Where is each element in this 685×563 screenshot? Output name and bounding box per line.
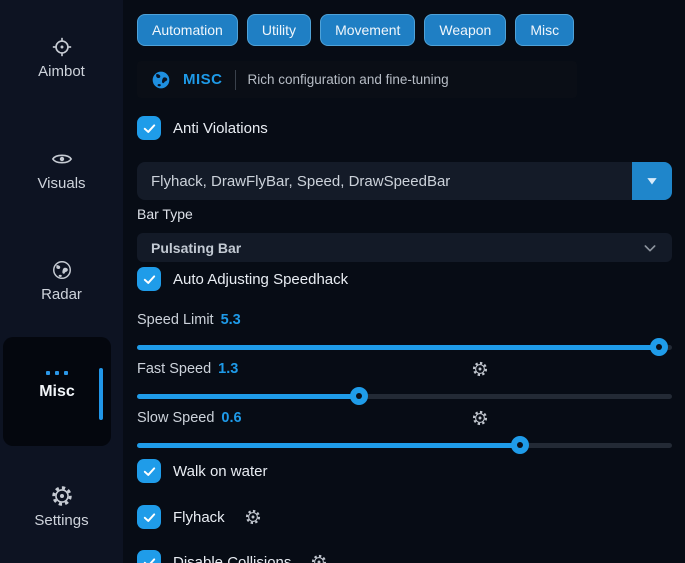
- sidebar-item-label: Misc: [39, 383, 75, 401]
- auto-adjusting-checkbox[interactable]: [137, 267, 161, 291]
- fast-speed-gear-icon[interactable]: [472, 361, 488, 377]
- crosshair-icon: [51, 36, 73, 58]
- fast-speed-value: 1.3: [218, 361, 238, 377]
- chevron-down-icon: [642, 240, 658, 256]
- sidebar: Aimbot Visuals Radar: [0, 0, 123, 563]
- slow-speed-label-row: Slow Speed 0.6: [137, 410, 242, 426]
- check-icon: [142, 121, 157, 136]
- bar-type-label: Bar Type: [137, 206, 193, 222]
- sidebar-item-label: Radar: [41, 286, 82, 303]
- walk-on-water-checkbox[interactable]: [137, 459, 161, 483]
- disable-collisions-checkbox[interactable]: [137, 550, 161, 563]
- sidebar-item-misc-active[interactable]: Misc: [3, 337, 111, 446]
- tab-misc[interactable]: Misc: [515, 14, 574, 46]
- speed-limit-value: 5.3: [221, 312, 241, 328]
- globe-icon: [51, 259, 73, 281]
- slider-fill: [137, 394, 359, 399]
- sidebar-item-radar[interactable]: Radar: [0, 259, 123, 303]
- sidebar-item-label: Aimbot: [38, 63, 85, 80]
- slow-speed-slider[interactable]: [137, 436, 672, 454]
- sidebar-item-label: Visuals: [37, 175, 85, 192]
- disable-collisions-label: Disable Collisions: [173, 554, 291, 563]
- slider-thumb[interactable]: [650, 338, 668, 356]
- bar-type-value: Pulsating Bar: [151, 240, 241, 256]
- sidebar-item-settings[interactable]: Settings: [0, 485, 123, 529]
- section-title: MISC: [183, 71, 223, 88]
- triangle-down-icon: [645, 174, 659, 188]
- slider-fill: [137, 345, 659, 350]
- speed-limit-label-row: Speed Limit 5.3: [137, 312, 241, 328]
- slow-speed-label: Slow Speed: [137, 410, 214, 426]
- category-tabs: Automation Utility Movement Weapon Misc: [137, 14, 574, 46]
- slow-speed-gear-icon[interactable]: [472, 410, 488, 426]
- tab-movement[interactable]: Movement: [320, 14, 415, 46]
- section-header: MISC Rich configuration and fine-tuning: [137, 61, 577, 98]
- flyhack-checkbox[interactable]: [137, 505, 161, 529]
- anti-violations-checkbox[interactable]: [137, 116, 161, 140]
- section-subtitle: Rich configuration and fine-tuning: [248, 72, 449, 87]
- sidebar-item-visuals[interactable]: Visuals: [0, 148, 123, 192]
- speed-limit-slider[interactable]: [137, 338, 672, 356]
- disable-collisions-row: Disable Collisions: [137, 550, 327, 563]
- eye-icon: [51, 148, 73, 170]
- bar-type-select[interactable]: Pulsating Bar: [137, 233, 672, 262]
- anti-violations-label: Anti Violations: [173, 120, 268, 137]
- walk-on-water-label: Walk on water: [173, 463, 267, 480]
- check-icon: [142, 464, 157, 479]
- slider-thumb[interactable]: [511, 436, 529, 454]
- slider-thumb[interactable]: [350, 387, 368, 405]
- check-icon: [142, 272, 157, 287]
- ellipsis-icon: [46, 371, 68, 375]
- globe-icon: [151, 70, 171, 90]
- anti-violations-row: Anti Violations: [137, 116, 268, 140]
- multiselect-dropdown-button[interactable]: [632, 162, 672, 200]
- slow-speed-value: 0.6: [221, 410, 241, 426]
- fast-speed-label: Fast Speed: [137, 361, 211, 377]
- walk-on-water-row: Walk on water: [137, 459, 267, 483]
- flyhack-label: Flyhack: [173, 509, 225, 526]
- tab-utility[interactable]: Utility: [247, 14, 311, 46]
- tab-weapon[interactable]: Weapon: [424, 14, 506, 46]
- divider: [235, 70, 236, 90]
- auto-adjusting-label: Auto Adjusting Speedhack: [173, 271, 348, 288]
- sidebar-item-label: Settings: [34, 512, 88, 529]
- auto-adjusting-row: Auto Adjusting Speedhack: [137, 267, 348, 291]
- flyhack-row: Flyhack: [137, 505, 261, 529]
- slider-fill: [137, 443, 520, 448]
- disable-collisions-gear-icon[interactable]: [311, 554, 327, 563]
- flyhack-gear-icon[interactable]: [245, 509, 261, 525]
- feature-multiselect-value: Flyhack, DrawFlyBar, Speed, DrawSpeedBar: [137, 173, 632, 190]
- check-icon: [142, 510, 157, 525]
- gear-icon: [51, 485, 73, 507]
- check-icon: [142, 555, 157, 563]
- sidebar-item-aimbot[interactable]: Aimbot: [0, 36, 123, 80]
- tab-automation[interactable]: Automation: [137, 14, 238, 46]
- app-window: Aimbot Visuals Radar: [0, 0, 685, 563]
- fast-speed-slider[interactable]: [137, 387, 672, 405]
- speed-limit-label: Speed Limit: [137, 312, 214, 328]
- feature-multiselect[interactable]: Flyhack, DrawFlyBar, Speed, DrawSpeedBar: [137, 162, 672, 200]
- fast-speed-label-row: Fast Speed 1.3: [137, 361, 238, 377]
